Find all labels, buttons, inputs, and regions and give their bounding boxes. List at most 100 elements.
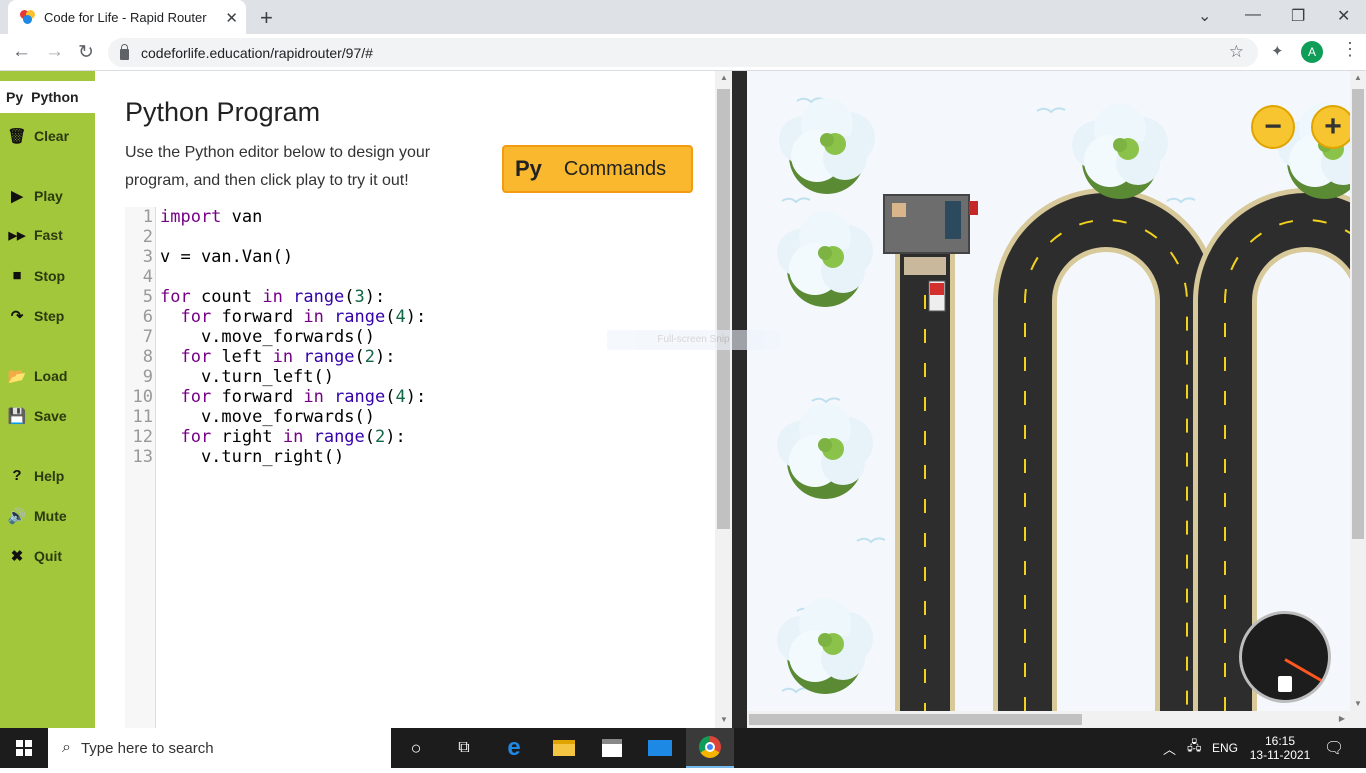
pane-divider[interactable]: [732, 71, 747, 728]
line-number: 13: [132, 447, 153, 467]
edge-icon[interactable]: e: [490, 728, 538, 768]
line-number: 4: [142, 267, 153, 287]
line-number: 1: [142, 207, 153, 227]
sidebar-item-fast[interactable]: ▶▶ Fast: [6, 227, 63, 243]
notifications-icon[interactable]: 🗨: [1324, 728, 1344, 768]
task-view-icon[interactable]: ⧉: [440, 728, 488, 768]
scroll-up-icon[interactable]: ▲: [1354, 73, 1362, 82]
page-vscroll-thumb[interactable]: [1352, 89, 1364, 539]
new-tab-button[interactable]: +: [260, 5, 273, 31]
windows-logo-icon: [16, 740, 32, 756]
tab-title: Code for Life - Rapid Router: [44, 9, 207, 25]
commands-button[interactable]: Py Commands: [502, 145, 693, 193]
forward-button[interactable]: →: [45, 41, 64, 63]
zoom-out-button[interactable]: −: [1251, 105, 1295, 149]
reload-button[interactable]: ↻: [78, 41, 94, 64]
python-icon: Py: [515, 156, 542, 181]
clock[interactable]: 16:15 13-11-2021: [1249, 728, 1311, 768]
restore-button[interactable]: ❐: [1291, 6, 1305, 26]
sidebar-item-play[interactable]: ▶ Play: [6, 187, 63, 205]
folder-icon: 📂: [7, 368, 27, 385]
sidebar-item-label: Clear: [34, 128, 70, 144]
search-placeholder: Type here to search: [80, 739, 214, 757]
code-line[interactable]: import van: [160, 207, 262, 227]
sidebar-item-load[interactable]: 📂 Load: [6, 367, 68, 385]
sidebar-item-save[interactable]: 💾 Save: [6, 407, 67, 425]
line-number: 11: [132, 407, 153, 427]
language-indicator[interactable]: ENG: [1212, 728, 1238, 768]
close-window-button[interactable]: ✕: [1337, 6, 1350, 26]
minimize-button[interactable]: —: [1245, 6, 1261, 24]
cortana-icon[interactable]: ○: [392, 728, 440, 768]
sidebar-item-label: Save: [34, 408, 67, 424]
code-line[interactable]: for forward in range(4):: [160, 307, 426, 327]
code-line[interactable]: v = van.Van(): [160, 247, 293, 267]
close-icon: ✖: [10, 548, 24, 565]
sidebar: Py Python 🗑 Clear ▶ Play ▶▶ Fast ■ Stop …: [0, 71, 95, 728]
back-button[interactable]: ←: [12, 41, 31, 63]
bookmark-star-icon[interactable]: ☆: [1229, 42, 1244, 62]
extensions-icon[interactable]: ✦: [1271, 42, 1284, 60]
line-number: 3: [142, 247, 153, 267]
scroll-down-icon[interactable]: ▼: [720, 715, 728, 724]
code-line[interactable]: v.turn_left(): [160, 367, 334, 387]
address-bar[interactable]: codeforlife.education/rapidrouter/97/# ☆: [108, 38, 1258, 67]
fast-forward-icon: ▶▶: [8, 229, 26, 242]
code-line[interactable]: for right in range(2):: [160, 427, 405, 447]
sidebar-item-help[interactable]: ? Help: [6, 467, 64, 484]
chrome-taskbar-icon[interactable]: [686, 728, 734, 768]
tab-search-icon[interactable]: ⌄: [1198, 6, 1211, 26]
zoom-in-button[interactable]: +: [1311, 105, 1350, 149]
sidebar-tab-python[interactable]: Py Python: [0, 81, 95, 113]
play-icon: ▶: [11, 188, 23, 205]
trash-icon: 🗑: [7, 128, 27, 145]
code-line[interactable]: v.move_forwards(): [160, 407, 375, 427]
sidebar-item-label: Mute: [34, 508, 67, 524]
editor-scroll-thumb[interactable]: [717, 89, 730, 529]
network-icon[interactable]: 🖧: [1187, 728, 1202, 768]
scroll-up-icon[interactable]: ▲: [720, 73, 728, 82]
code-line[interactable]: for left in range(2):: [160, 347, 395, 367]
mail-icon[interactable]: [636, 728, 684, 768]
line-number: 8: [142, 347, 153, 367]
scroll-down-icon[interactable]: ▼: [1354, 699, 1362, 708]
tab-close-icon[interactable]: ✕: [225, 9, 238, 27]
sidebar-item-stop[interactable]: ■ Stop: [6, 267, 65, 284]
save-icon: 💾: [7, 408, 27, 425]
code-line[interactable]: for count in range(3):: [160, 287, 385, 307]
clock-time: 16:15: [1264, 734, 1296, 748]
line-number: 7: [142, 327, 153, 347]
taskbar-search[interactable]: ⌕ Type here to search: [48, 728, 391, 768]
browser-menu-icon[interactable]: ⋮: [1341, 39, 1359, 60]
page-vertical-scrollbar[interactable]: ▲ ▼: [1350, 71, 1366, 728]
start-button[interactable]: [0, 728, 48, 768]
profile-avatar[interactable]: A: [1301, 41, 1323, 63]
browser-tab-strip: Code for Life - Rapid Router ✕ + ⌄ — ❐ ✕: [0, 0, 1366, 34]
code-editor[interactable]: 1 2 3 4 5 6 7 8 9 10 11 12 13 import van…: [125, 207, 715, 728]
game-hscroll-thumb[interactable]: [749, 714, 1082, 725]
game-horizontal-scrollbar[interactable]: ▶: [747, 711, 1350, 728]
road-map: [777, 97, 1350, 711]
sidebar-item-label: Step: [34, 308, 65, 324]
python-tab-icon: Py: [6, 89, 24, 105]
code-line[interactable]: for forward in range(4):: [160, 387, 426, 407]
code-line[interactable]: v.turn_right(): [160, 447, 344, 467]
line-number: 6: [142, 307, 153, 327]
sidebar-item-mute[interactable]: 🔊 Mute: [6, 507, 67, 525]
scroll-right-icon[interactable]: ▶: [1339, 714, 1345, 723]
line-number: 5: [142, 287, 153, 307]
file-explorer-icon[interactable]: [540, 728, 588, 768]
code-line[interactable]: v.move_forwards(): [160, 327, 375, 347]
sidebar-item-clear[interactable]: 🗑 Clear: [6, 127, 69, 145]
lock-icon: [120, 44, 129, 60]
sidebar-item-quit[interactable]: ✖ Quit: [6, 547, 62, 565]
editor-scrollbar[interactable]: ▲ ▼: [715, 71, 732, 728]
store-icon[interactable]: [588, 728, 636, 768]
stop-icon: ■: [12, 267, 22, 284]
tray-expand-icon[interactable]: ︿: [1163, 728, 1176, 768]
browser-tab[interactable]: Code for Life - Rapid Router ✕: [8, 0, 246, 34]
clock-date: 13-11-2021: [1249, 748, 1311, 762]
sidebar-item-label: Fast: [34, 227, 63, 243]
line-number: 9: [142, 367, 153, 387]
sidebar-item-step[interactable]: ↷ Step: [6, 307, 65, 325]
